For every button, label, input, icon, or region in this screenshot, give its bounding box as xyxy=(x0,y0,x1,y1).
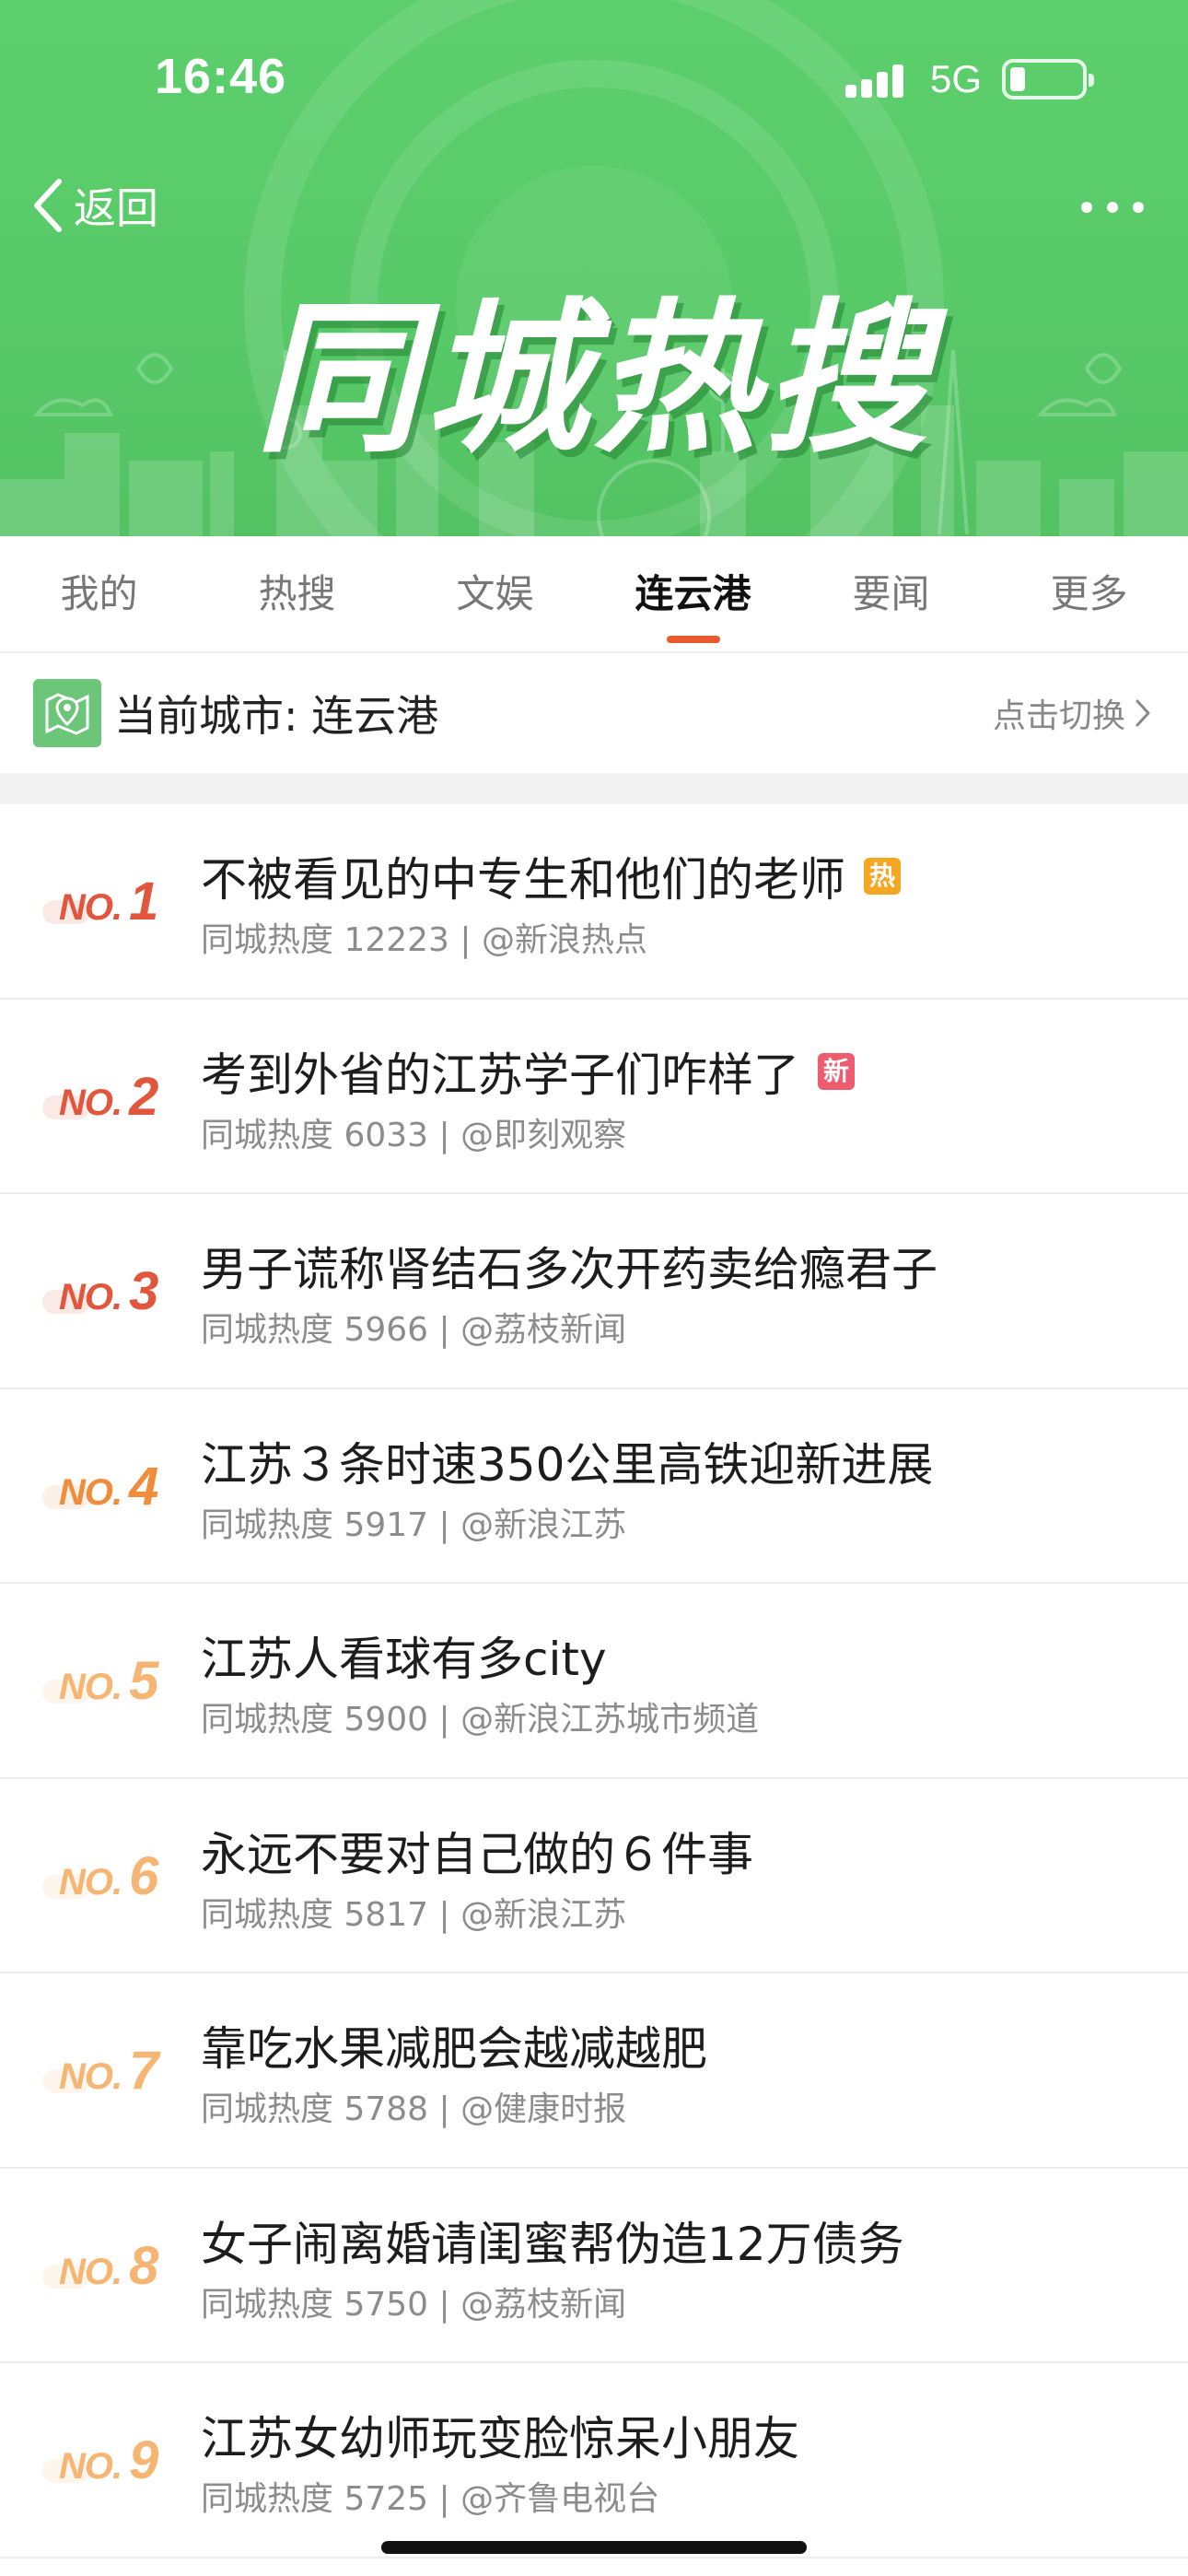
list-item[interactable]: NO. 6 永远不要对自己做的６件事同城热度 5817 | @新浪江苏 xyxy=(0,1779,1188,1973)
list-item[interactable]: NO. 4 江苏３条时速350公里高铁迎新进展同城热度 5917 | @新浪江苏 xyxy=(0,1389,1188,1584)
item-title: 考到外省的江苏学子们咋样了新 xyxy=(201,1038,855,1105)
rank-prefix: NO. xyxy=(59,1277,122,1317)
list-item[interactable]: NO. 3 男子谎称肾结石多次开药卖给瘾君子同城热度 5966 | @荔枝新闻 xyxy=(0,1194,1188,1389)
item-title-text: 不被看见的中专生和他们的老师 xyxy=(201,853,845,907)
rank-number: 7 xyxy=(129,2041,159,2101)
item-title: 不被看见的中专生和他们的老师热 xyxy=(201,843,901,909)
item-meta: 同城热度 5917 | @新浪江苏 xyxy=(201,1505,627,1544)
chevron-right-icon xyxy=(1136,699,1150,727)
rank-label: NO. 8 xyxy=(59,2235,158,2297)
rank-number: 3 xyxy=(129,1261,159,1321)
item-title-text: 江苏３条时速350公里高铁迎新进展 xyxy=(201,1437,934,1492)
item-title: 男子谎称肾结石多次开药卖给瘾君子 xyxy=(201,1233,938,1299)
item-title: 女子闹离婚请闺蜜帮伪造12万债务 xyxy=(201,2207,904,2274)
item-title: 江苏３条时速350公里高铁迎新进展 xyxy=(201,1428,933,1494)
banner-title: 同城热搜 xyxy=(255,284,933,474)
rank-prefix: NO. xyxy=(59,887,122,928)
rank-number: 8 xyxy=(129,2235,159,2296)
item-title-text: 考到外省的江苏学子们咋样了 xyxy=(201,1048,799,1102)
section-separator xyxy=(0,773,1188,804)
rank-number: 1 xyxy=(129,872,159,931)
item-meta: 同城热度 5900 | @新浪江苏城市频道 xyxy=(201,1701,760,1739)
rank-label: NO. 6 xyxy=(59,1845,158,1907)
signal-icon xyxy=(844,61,910,98)
switch-city-button[interactable]: 点击切换 xyxy=(993,653,1151,773)
item-meta: 同城热度 5750 | @荔枝新闻 xyxy=(201,2285,627,2324)
tab-item[interactable]: 文娱 xyxy=(396,536,594,652)
item-title: 江苏人看球有多city xyxy=(201,1622,607,1689)
chevron-left-icon xyxy=(34,179,62,232)
list-item[interactable]: NO. 1 不被看见的中专生和他们的老师热同城热度 12223 | @新浪热点 xyxy=(0,804,1188,1000)
current-city-label: 当前城市: 连云港 xyxy=(114,691,439,741)
rank-prefix: NO. xyxy=(59,2056,122,2097)
battery-icon xyxy=(1002,59,1094,100)
home-indicator[interactable] xyxy=(381,2541,807,2554)
item-title-text: 江苏女幼师玩变脸惊呆小朋友 xyxy=(201,2412,799,2465)
item-meta: 同城热度 5788 | @健康时报 xyxy=(201,2090,627,2128)
list-item[interactable]: NO. 2 考到外省的江苏学子们咋样了新同城热度 6033 | @即刻观察 xyxy=(0,1000,1188,1194)
item-meta: 同城热度 12223 | @新浪热点 xyxy=(201,921,647,959)
item-title: 靠吃水果减肥会越减越肥 xyxy=(201,2012,707,2078)
more-options-icon[interactable] xyxy=(1076,184,1149,230)
tab-item[interactable]: 热搜 xyxy=(198,536,396,652)
hot-search-list: NO. 1 不被看见的中专生和他们的老师热同城热度 12223 | @新浪热点 NO.… xyxy=(0,804,1188,2558)
rank-number: 4 xyxy=(129,1456,159,1516)
switch-city-label: 点击切换 xyxy=(992,697,1125,735)
item-title-text: 靠吃水果减肥会越减越肥 xyxy=(201,2022,707,2076)
rank-prefix: NO. xyxy=(59,1861,122,1903)
tab-item[interactable]: 连云港 xyxy=(594,536,792,652)
rank-prefix: NO. xyxy=(59,1471,122,1513)
category-tabs: 我的 热搜 文娱 连云港 要闻 更多 xyxy=(0,536,1188,652)
map-location-icon xyxy=(33,679,101,747)
item-title-text: 男子谎称肾结石多次开药卖给瘾君子 xyxy=(201,1243,938,1296)
rank-number: 6 xyxy=(129,1845,159,1906)
item-meta: 同城热度 5966 | @荔枝新闻 xyxy=(201,1311,627,1349)
rank-label: NO. 5 xyxy=(59,1650,158,1712)
rank-label: NO. 3 xyxy=(59,1260,158,1322)
rank-label: NO. 9 xyxy=(59,2430,158,2491)
rank-label: NO. 7 xyxy=(59,2040,158,2102)
back-button[interactable]: 返回 xyxy=(29,175,158,236)
tab-item[interactable]: 更多 xyxy=(990,536,1188,652)
rank-label: NO. 4 xyxy=(59,1456,158,1517)
rank-prefix: NO. xyxy=(59,2251,122,2292)
status-time: 16:46 xyxy=(155,49,287,104)
list-item[interactable]: NO. 8 女子闹离婚请闺蜜帮伪造12万债务同城热度 5750 | @荔枝新闻 xyxy=(0,2169,1188,2363)
item-title-text: 女子闹离婚请闺蜜帮伪造12万债务 xyxy=(201,2217,904,2271)
current-city-bar: 当前城市: 连云港 点击切换 xyxy=(0,653,1188,773)
item-title-text: 江苏人看球有多city xyxy=(201,1633,607,1686)
new-badge: 新 xyxy=(818,1052,855,1090)
item-meta: 同城热度 5725 | @齐鲁电视台 xyxy=(201,2480,660,2518)
network-label: 5G xyxy=(929,57,982,100)
list-item[interactable]: NO. 7 靠吃水果减肥会越减越肥同城热度 5788 | @健康时报 xyxy=(0,1973,1188,2169)
rank-number: 9 xyxy=(129,2430,159,2490)
rank-prefix: NO. xyxy=(59,1082,122,1123)
tab-item[interactable]: 我的 xyxy=(0,536,198,652)
item-title: 江苏女幼师玩变脸惊呆小朋友 xyxy=(201,2402,799,2468)
rank-number: 5 xyxy=(129,1651,159,1711)
item-title: 永远不要对自己做的６件事 xyxy=(201,1818,753,1884)
list-item[interactable]: NO. 9 江苏女幼师玩变脸惊呆小朋友同城热度 5725 | @齐鲁电视台 xyxy=(0,2363,1188,2558)
tab-item[interactable]: 要闻 xyxy=(792,536,990,652)
item-meta: 同城热度 6033 | @即刻观察 xyxy=(201,1116,627,1154)
item-title-text: 永远不要对自己做的６件事 xyxy=(201,1827,753,1881)
hot-badge: 热 xyxy=(864,858,901,895)
rank-label: NO. 2 xyxy=(59,1066,158,1128)
header-banner: 16:46 5G 返回 同城热搜 xyxy=(0,0,1188,536)
back-label: 返回 xyxy=(74,183,158,233)
list-item[interactable]: NO. 5 江苏人看球有多city 同城热度 5900 | @新浪江苏城市频道 xyxy=(0,1584,1188,1779)
item-meta: 同城热度 5817 | @新浪江苏 xyxy=(201,1895,627,1934)
rank-label: NO. 1 xyxy=(59,871,158,932)
rank-prefix: NO. xyxy=(59,2446,122,2487)
rank-prefix: NO. xyxy=(59,1667,122,1707)
status-indicators: 5G xyxy=(844,57,1094,101)
rank-number: 2 xyxy=(129,1066,159,1127)
